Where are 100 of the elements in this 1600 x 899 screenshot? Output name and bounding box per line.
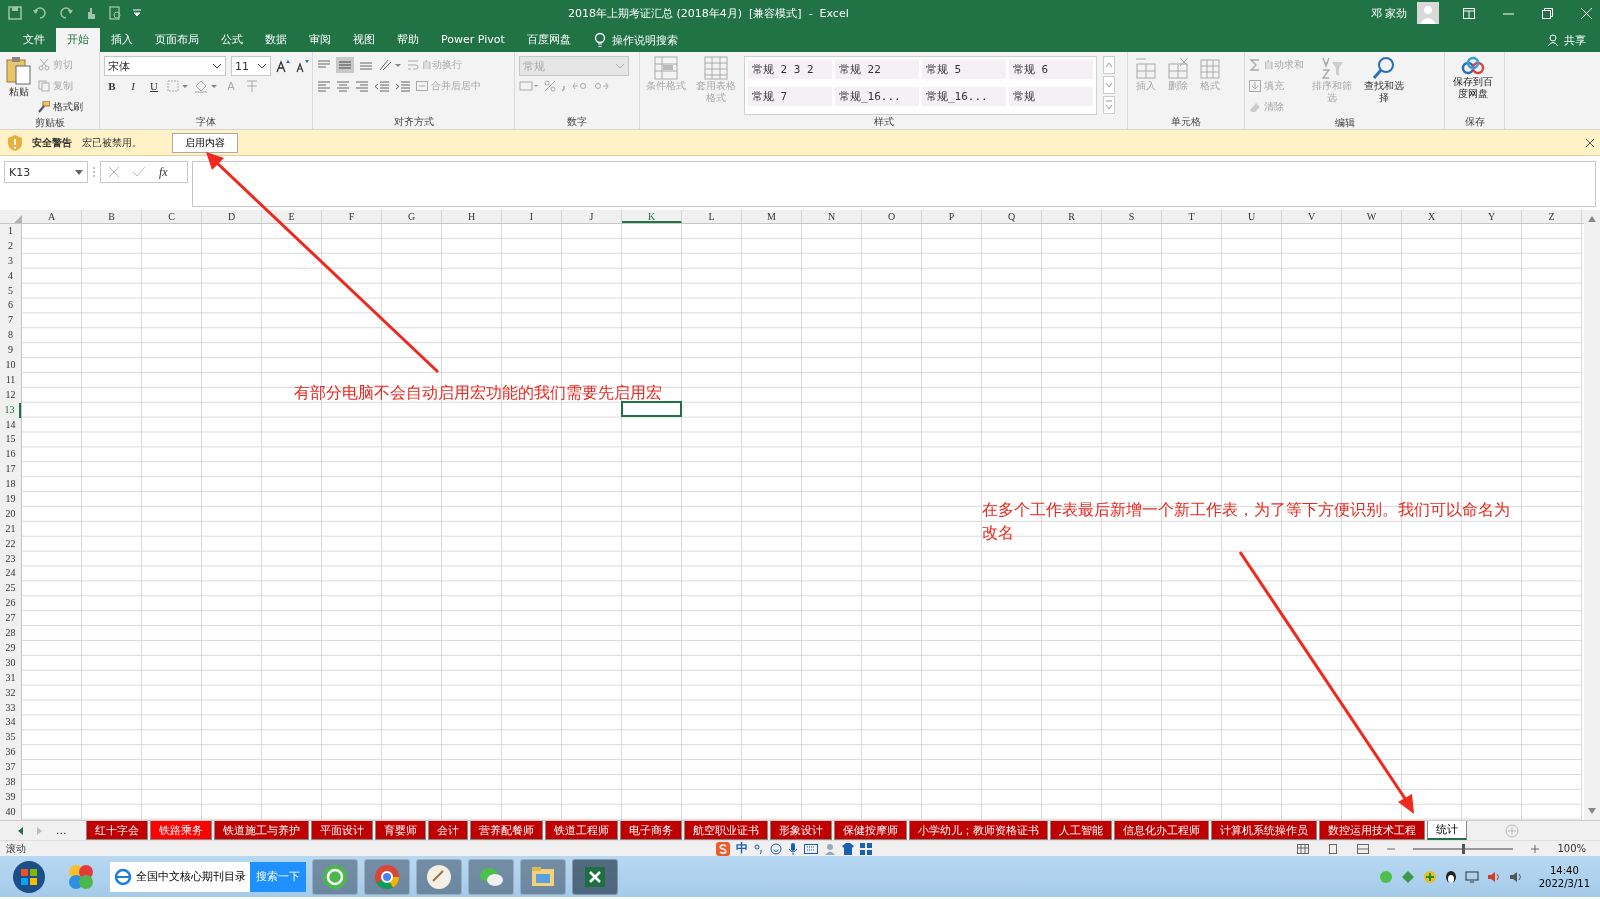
italic-button[interactable]: I (125, 80, 141, 92)
cancel-icon[interactable] (109, 167, 119, 177)
sheet-tab[interactable]: 铁道施工与养护 (214, 821, 309, 840)
restore-icon[interactable] (1542, 7, 1553, 19)
sheet-tab[interactable]: 红十字会 (86, 821, 148, 840)
row-header[interactable]: 3 (0, 253, 21, 269)
row-header[interactable]: 16 (0, 447, 21, 463)
close-icon[interactable] (1586, 138, 1594, 147)
row-header[interactable]: 28 (0, 626, 21, 641)
paste-icon[interactable] (6, 56, 32, 86)
input-mode-label[interactable]: 中 (736, 840, 748, 857)
save-icon[interactable] (8, 6, 22, 20)
user-icon[interactable] (824, 842, 836, 855)
ribbon-display-icon[interactable] (1463, 7, 1475, 19)
sheet-tab[interactable]: 营养配餐师 (470, 821, 543, 840)
column-header[interactable]: I (502, 210, 562, 223)
format-cells-icon[interactable] (1198, 56, 1222, 80)
row-header[interactable]: 27 (0, 611, 21, 627)
speaker-icon[interactable] (1508, 870, 1523, 883)
align-bottom-icon[interactable] (359, 59, 373, 71)
browser-icon[interactable] (114, 867, 132, 886)
insert-function-button[interactable]: fx (159, 164, 168, 180)
row-header[interactable]: 29 (0, 640, 21, 656)
sort-filter-icon[interactable] (1320, 56, 1344, 80)
cell-style[interactable]: 常规_16... (922, 87, 1006, 106)
column-header[interactable]: Q (982, 210, 1042, 223)
ribbon-tab[interactable]: 文件 (12, 28, 56, 52)
cell-style[interactable]: 常规 (1009, 87, 1093, 106)
speaker-icon[interactable] (1486, 870, 1501, 883)
bold-button[interactable]: B (104, 80, 120, 92)
sheet-tab[interactable]: 铁路乘务 (150, 821, 212, 840)
borders-icon[interactable] (167, 80, 189, 92)
selected-cell[interactable] (621, 401, 682, 418)
row-header[interactable]: 17 (0, 462, 21, 478)
paste-button[interactable]: 粘贴 (9, 86, 29, 98)
grow-font-icon[interactable] (276, 59, 290, 73)
format-painter-button[interactable]: 格式刷 (53, 100, 83, 114)
align-left-icon[interactable] (317, 80, 331, 92)
scroll-up-icon[interactable] (1588, 216, 1596, 222)
sheet-tab[interactable]: 小学幼儿；教师资格证书 (909, 821, 1048, 840)
input-method-icon[interactable] (716, 841, 730, 856)
cloud-icon[interactable] (1461, 56, 1485, 76)
column-header[interactable]: A (22, 210, 82, 223)
table-format-icon[interactable] (704, 56, 728, 80)
formula-input[interactable] (192, 161, 1596, 207)
chrome-icon[interactable] (373, 862, 401, 891)
column-header[interactable]: P (922, 210, 982, 223)
row-header[interactable]: 33 (0, 700, 21, 716)
search-field[interactable]: 全国中文核心期刊目录 (136, 869, 246, 884)
ribbon-tab[interactable]: 审阅 (298, 28, 342, 52)
start-button-icon[interactable] (12, 859, 46, 894)
orientation-icon[interactable] (378, 58, 402, 72)
row-header[interactable]: 25 (0, 581, 21, 597)
row-header[interactable]: 20 (0, 506, 21, 522)
font-name-field[interactable]: 宋体 (104, 56, 226, 76)
column-header[interactable]: N (802, 210, 862, 223)
penguin-icon[interactable] (1444, 869, 1457, 884)
punctuation-icon[interactable] (754, 843, 764, 854)
sheet-tab[interactable]: 会计 (428, 821, 468, 840)
network-app-icon[interactable] (1400, 869, 1415, 884)
column-header[interactable]: H (442, 210, 502, 223)
column-header[interactable]: M (742, 210, 802, 223)
row-header[interactable]: 21 (0, 521, 21, 537)
sheet-tab[interactable]: 航空职业证书 (684, 821, 768, 840)
redo-icon[interactable] (58, 6, 74, 20)
row-header[interactable]: 11 (0, 372, 21, 388)
shirt-icon[interactable] (842, 842, 854, 855)
sheet-tab[interactable]: 铁道工程师 (545, 821, 618, 840)
column-header[interactable]: D (202, 210, 262, 223)
row-header[interactable]: 9 (0, 343, 21, 358)
insert-cells-icon[interactable] (1134, 56, 1158, 80)
grid-icon[interactable] (860, 842, 872, 855)
column-header[interactable]: X (1402, 210, 1462, 223)
increase-indent-icon[interactable] (395, 80, 411, 92)
column-header[interactable]: V (1282, 210, 1342, 223)
sheet-tab[interactable]: 计算机系统操作员 (1211, 821, 1317, 840)
monitor-icon[interactable] (1464, 870, 1479, 883)
column-header[interactable]: T (1162, 210, 1222, 223)
row-header[interactable]: 22 (0, 536, 21, 552)
percent-icon[interactable] (544, 80, 556, 92)
emoji-icon[interactable] (770, 842, 782, 855)
ribbon-tab[interactable]: 帮助 (386, 28, 430, 52)
row-header[interactable]: 15 (0, 432, 21, 448)
ribbon-tab[interactable]: 视图 (342, 28, 386, 52)
column-header[interactable]: U (1222, 210, 1282, 223)
row-header[interactable]: 32 (0, 685, 21, 701)
normal-view-icon[interactable] (1297, 843, 1310, 854)
align-middle-icon[interactable] (336, 57, 354, 73)
row-header[interactable]: 24 (0, 566, 21, 582)
keyboard-icon[interactable] (804, 843, 818, 854)
column-header[interactable]: L (682, 210, 742, 223)
page-break-icon[interactable] (1357, 843, 1370, 854)
row-header[interactable]: 30 (0, 655, 21, 671)
ribbon-tab[interactable]: 开始 (56, 28, 100, 52)
row-header[interactable]: 8 (0, 328, 21, 344)
column-header[interactable]: S (1102, 210, 1162, 223)
row-header[interactable]: 38 (0, 774, 21, 790)
underline-button[interactable]: U (146, 80, 162, 92)
customize-caret-icon[interactable] (132, 8, 142, 18)
ribbon-tab[interactable]: Power Pivot (430, 28, 516, 52)
